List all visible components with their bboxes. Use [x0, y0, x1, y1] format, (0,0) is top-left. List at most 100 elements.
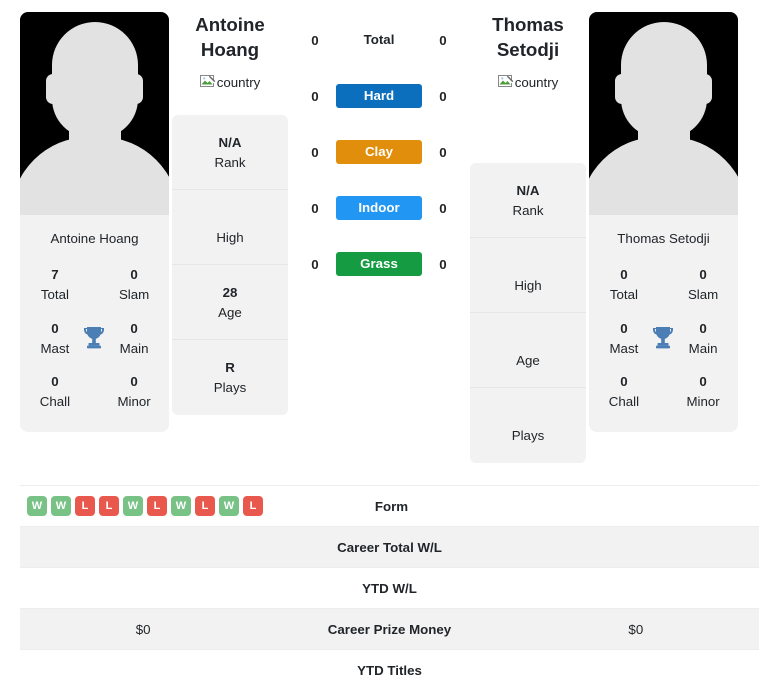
right-stat-main-value: 0	[699, 320, 707, 336]
left-stat-slam: 0 Slam	[107, 265, 161, 304]
left-stat-minor: 0 Minor	[107, 372, 161, 411]
comparison-header: Antoine Hoang 7 Total 0 Slam 0 Mast 0 Ma…	[0, 0, 779, 480]
left-player-card[interactable]: Antoine Hoang 7 Total 0 Slam 0 Mast 0 Ma…	[20, 12, 169, 433]
right-info-plays: Plays	[470, 388, 586, 463]
table-row-label-ytd-wl: YTD W/L	[362, 580, 417, 596]
player-comparison-page: Antoine Hoang 7 Total 0 Slam 0 Mast 0 Ma…	[0, 0, 779, 699]
surface-total-label: Total	[363, 32, 395, 47]
right-info-plays-label: Plays	[511, 428, 545, 444]
form-badge-w: W	[219, 496, 239, 516]
career-prize-money-right: $0	[628, 621, 644, 637]
surface-grass-right-value: 0	[439, 256, 447, 272]
left-stat-slam-label: Slam	[118, 287, 150, 303]
right-info-rank-label: Rank	[512, 202, 544, 218]
surface-row-clay: 0 Clay 0	[291, 124, 467, 180]
table-row-label-form: Form	[374, 498, 409, 514]
surface-hard-right-value: 0	[439, 88, 447, 104]
right-stat-chall: 0 Chall	[597, 372, 651, 411]
form-badge-l: L	[243, 496, 263, 516]
right-info-age-value	[474, 331, 582, 351]
left-stat-total-value: 7	[51, 267, 59, 283]
surface-clay-label[interactable]: Clay	[336, 140, 422, 164]
surface-row-total: 0 Total 0	[291, 12, 467, 68]
right-info-high: High	[470, 238, 586, 314]
right-stats-spacer-2	[651, 376, 676, 406]
avatar-ear-left-shape	[46, 74, 60, 104]
right-stat-total-value: 0	[620, 267, 628, 283]
surface-total-left-value: 0	[311, 32, 319, 48]
avatar-shoulders-shape	[589, 137, 738, 215]
surface-comparison-column: 0 Total 0 0 Hard 0 0 Clay 0 0 Indoor 0 0	[291, 0, 467, 292]
left-info-rank-value: N/A	[218, 134, 242, 150]
right-player-stats-card: Thomas Setodji 0 Total 0 Slam 0 Mast 0 M…	[589, 215, 738, 433]
right-player-info-card: N/A Rank High Age Plays	[470, 163, 586, 464]
form-badge-l: L	[99, 496, 119, 516]
left-stat-mast: 0 Mast	[28, 319, 82, 358]
left-info-plays-value: R	[225, 360, 235, 376]
form-badge-l: L	[147, 496, 167, 516]
left-info-age: 28 Age	[172, 265, 288, 341]
trophy-icon	[82, 323, 107, 353]
trophy-icon	[651, 323, 676, 353]
form-badge-w: W	[171, 496, 191, 516]
table-row-label-career-prize-money: Career Prize Money	[327, 621, 452, 637]
left-info-high-value	[176, 208, 284, 228]
right-player-photo	[589, 12, 738, 215]
surface-indoor-label[interactable]: Indoor	[336, 196, 422, 220]
right-stat-slam-label: Slam	[687, 287, 719, 303]
surface-total-right-value: 0	[439, 32, 447, 48]
right-stat-main-label: Main	[688, 340, 718, 356]
broken-image-icon	[497, 74, 514, 90]
right-stat-minor: 0 Minor	[676, 372, 730, 411]
surface-indoor-left-value: 0	[311, 200, 319, 216]
right-stat-minor-label: Minor	[686, 393, 720, 409]
broken-image-icon	[199, 74, 216, 90]
right-stats-row-1: 0 Total 0 Slam	[589, 258, 738, 311]
surface-row-indoor: 0 Indoor 0	[291, 180, 467, 236]
right-stat-mast-value: 0	[620, 320, 628, 336]
left-stat-mast-value: 0	[51, 320, 59, 336]
right-info-rank-value: N/A	[516, 182, 540, 198]
right-stat-chall-value: 0	[620, 373, 628, 389]
right-player-name-line1: Thomas	[492, 14, 564, 35]
left-player-column: Antoine Hoang 7 Total 0 Slam 0 Mast 0 Ma…	[0, 0, 169, 433]
avatar-ear-left-shape	[615, 74, 629, 104]
right-player-card-name: Thomas Setodji	[617, 231, 710, 246]
table-row: WWLLWLWLWL Form	[20, 485, 759, 526]
surface-indoor-right-value: 0	[439, 200, 447, 216]
right-stat-slam-value: 0	[699, 267, 707, 283]
right-country-alt-text: country	[514, 74, 559, 90]
left-info-rank-label: Rank	[214, 154, 246, 170]
left-stat-minor-value: 0	[130, 373, 138, 389]
left-info-high-label: High	[216, 229, 244, 245]
right-country-flag: country	[497, 71, 559, 93]
left-stat-slam-value: 0	[130, 267, 138, 283]
left-player-name-line2: Hoang	[200, 39, 260, 61]
surface-clay-left-value: 0	[311, 144, 319, 160]
surface-row-grass: 0 Grass 0	[291, 236, 467, 292]
surface-hard-label[interactable]: Hard	[336, 84, 422, 108]
right-player-column: Thomas Setodji 0 Total 0 Slam 0 Mast 0 M…	[589, 0, 758, 433]
left-stat-minor-label: Minor	[117, 393, 151, 409]
right-info-age-label: Age	[516, 352, 540, 368]
left-player-card-name: Antoine Hoang	[50, 231, 139, 246]
form-badge-l: L	[75, 496, 95, 516]
left-stat-chall: 0 Chall	[28, 372, 82, 411]
right-player-card[interactable]: Thomas Setodji 0 Total 0 Slam 0 Mast 0 M…	[589, 12, 738, 433]
left-stats-spacer-1	[82, 270, 107, 300]
form-left-cell: WWLLWLWLWL	[20, 496, 269, 516]
right-info-high-label: High	[514, 277, 542, 293]
left-country-alt-text: country	[216, 74, 261, 90]
left-info-age-label: Age	[218, 304, 242, 320]
table-row: YTD W/L	[20, 567, 759, 608]
comparison-table: WWLLWLWLWL Form Career Total W/L YTD W/L…	[20, 485, 759, 690]
surface-grass-left-value: 0	[311, 256, 319, 272]
surface-row-hard: 0 Hard 0	[291, 68, 467, 124]
right-stat-mast-label: Mast	[609, 340, 639, 356]
left-info-rank: N/A Rank	[172, 115, 288, 191]
table-row: $0 Career Prize Money $0	[20, 608, 759, 649]
left-player-name: Antoine Hoang	[195, 12, 265, 62]
left-info-high: High	[172, 190, 288, 266]
left-player-name-line1: Antoine	[195, 14, 265, 35]
surface-grass-label[interactable]: Grass	[336, 252, 422, 276]
